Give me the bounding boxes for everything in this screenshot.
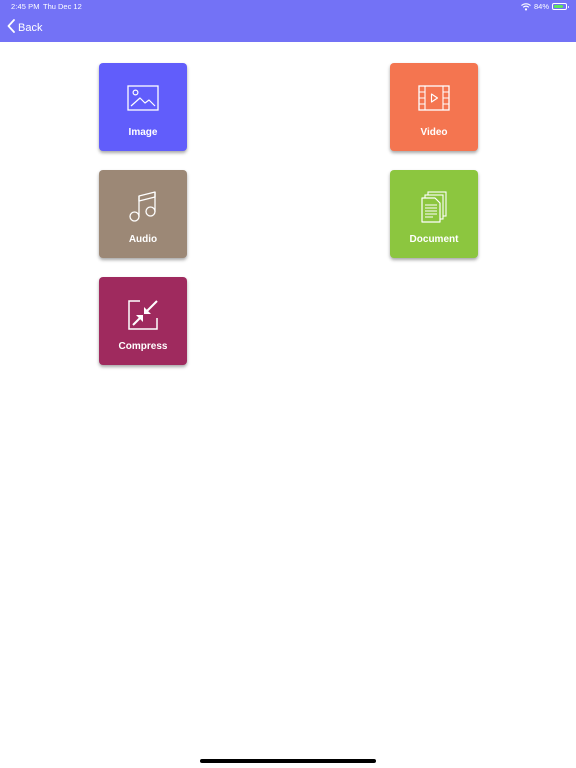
battery-cap bbox=[567, 5, 569, 8]
tile-label-audio: Audio bbox=[128, 234, 158, 245]
tile-label-image: Image bbox=[128, 127, 158, 138]
music-note-icon bbox=[128, 191, 158, 223]
video-film-icon bbox=[418, 85, 450, 111]
status-indicators: 84% bbox=[521, 2, 569, 11]
compress-tile[interactable]: Compress bbox=[99, 277, 187, 365]
wifi-icon bbox=[521, 2, 531, 11]
audio-tile[interactable]: Audio bbox=[99, 170, 187, 258]
chevron-left-icon bbox=[7, 18, 15, 38]
tile-label-compress: Compress bbox=[118, 341, 168, 352]
battery-percent: 84% bbox=[533, 2, 549, 11]
status-time: 2:45 PM bbox=[11, 2, 40, 11]
back-button[interactable]: Back bbox=[7, 18, 43, 38]
image-icon bbox=[127, 85, 159, 111]
compress-icon bbox=[126, 298, 160, 332]
status-date: Thu Dec 12 bbox=[43, 2, 82, 11]
document-icon bbox=[420, 191, 448, 223]
home-indicator[interactable] bbox=[200, 759, 376, 763]
tile-label-document: Document bbox=[409, 234, 459, 245]
document-tile[interactable]: Document bbox=[390, 170, 478, 258]
image-tile[interactable]: Image bbox=[99, 63, 187, 151]
tile-label-video: Video bbox=[420, 127, 448, 138]
back-label: Back bbox=[18, 22, 43, 34]
battery-level-fill bbox=[554, 5, 564, 8]
battery-icon bbox=[552, 3, 569, 10]
video-tile[interactable]: Video bbox=[390, 63, 478, 151]
navigation-header: 2:45 PM Thu Dec 12 84% Back bbox=[0, 0, 576, 42]
